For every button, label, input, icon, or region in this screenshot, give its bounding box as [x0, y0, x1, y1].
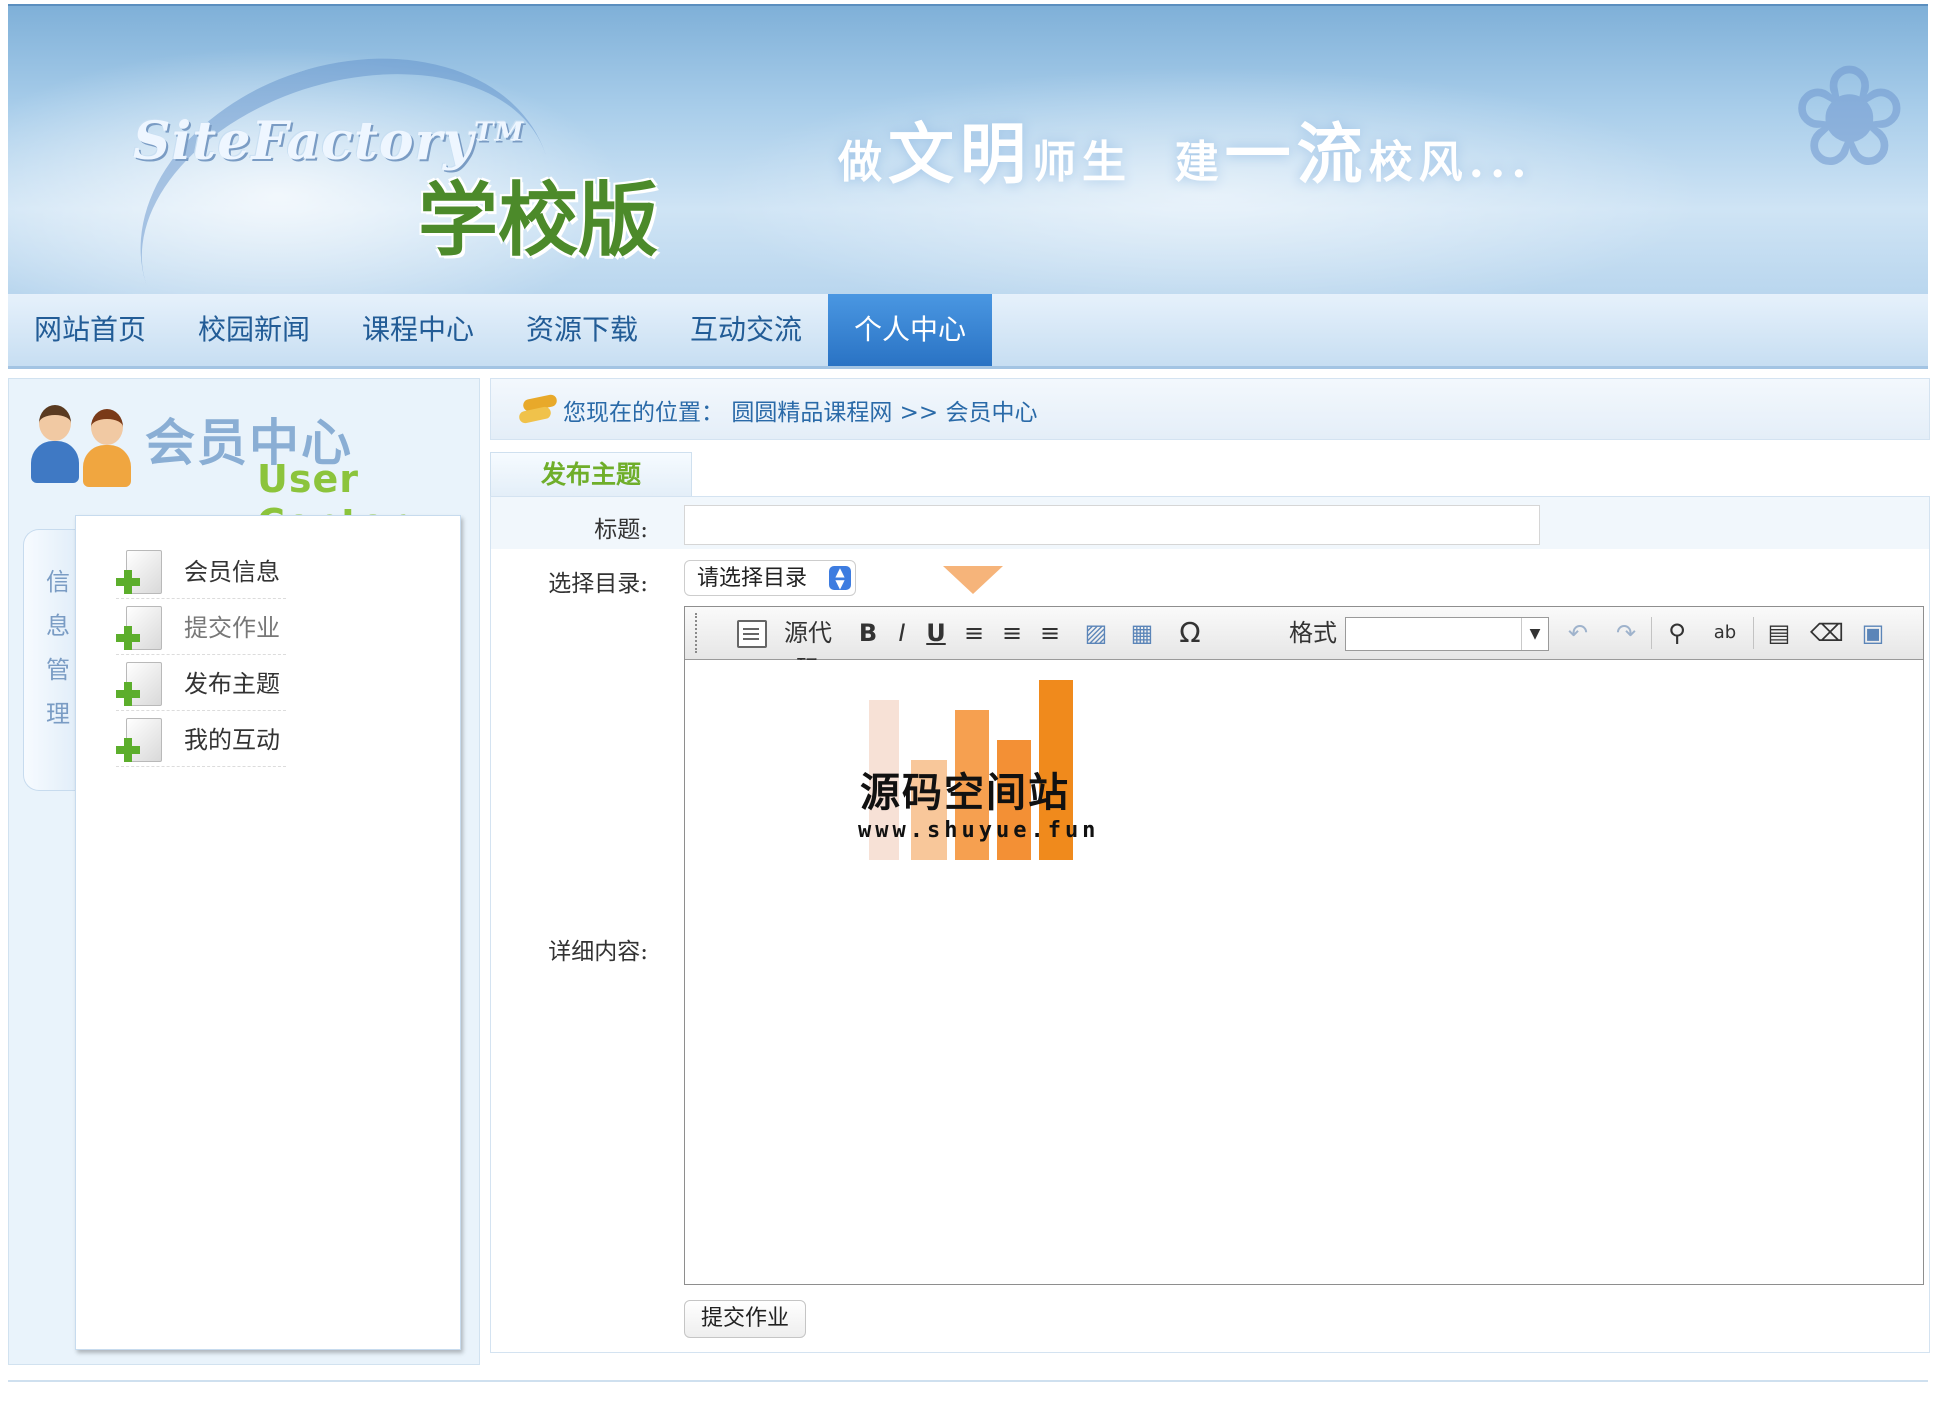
member-menu: 会员信息 提交作业 发布主题 我的互动: [75, 515, 461, 1350]
title-label: 标题:: [594, 517, 648, 543]
menu-item-member-info[interactable]: 会员信息: [116, 544, 286, 599]
fullscreen-button[interactable]: ▣: [1855, 615, 1891, 651]
nav-item-personal-center[interactable]: 个人中心: [828, 294, 992, 366]
user-center-header: 会员中心 User Center: [9, 379, 479, 545]
content-label: 详细内容:: [548, 939, 648, 965]
format-dropdown[interactable]: ▼: [1345, 617, 1549, 651]
nav-item-campus-news[interactable]: 校园新闻: [172, 294, 336, 366]
menu-item-label: 提交作业: [184, 614, 280, 642]
add-document-icon: [116, 550, 162, 596]
undo-button[interactable]: ↶: [1561, 615, 1595, 651]
chevron-down-icon: ▼: [1521, 618, 1548, 650]
breadcrumb-prefix: 您现在的位置：: [563, 400, 724, 426]
footer-divider: [8, 1380, 1928, 1382]
menu-item-submit-homework[interactable]: 提交作业: [116, 600, 286, 655]
banner-slogan: 做文明师生 建一流校风...: [838, 115, 1533, 193]
main-nav: 网站首页 校园新闻 课程中心 资源下载 互动交流 个人中心: [8, 294, 1928, 369]
nav-item-interaction[interactable]: 互动交流: [664, 294, 828, 366]
info-management-tab[interactable]: 信 息 管 理: [23, 529, 82, 791]
menu-item-label: 我的互动: [184, 726, 280, 754]
select-updown-icon: ▲ ▼: [829, 566, 851, 590]
replace-button[interactable]: ab: [1707, 615, 1743, 651]
toolbar-grip[interactable]: [695, 613, 703, 653]
submit-homework-button[interactable]: 提交作业: [684, 1300, 806, 1338]
special-char-button[interactable]: Ω: [1173, 615, 1207, 651]
add-document-icon: [116, 662, 162, 708]
directory-select[interactable]: 请选择目录 ▲ ▼: [684, 560, 856, 596]
eraser-button[interactable]: ⌫: [1809, 615, 1845, 651]
site-banner: SiteFactoryTM 学校版 做文明师生 建一流校风... ❀: [8, 4, 1928, 296]
add-document-icon: [116, 606, 162, 652]
source-code-button[interactable]: 源代码: [773, 615, 843, 683]
sidebar: 会员中心 User Center 信 息 管 理 会员信息 提交作业 发布主题 …: [8, 378, 480, 1365]
format-label: 格式: [1289, 619, 1337, 647]
breadcrumb-link-site[interactable]: 圆圆精品课程网: [731, 400, 892, 426]
breadcrumb: 您现在的位置： 圆圆精品课程网 >> 会员中心: [490, 378, 1930, 440]
nav-item-course-center[interactable]: 课程中心: [336, 294, 500, 366]
tab-publish-topic[interactable]: 发布主题: [490, 452, 692, 497]
table-button[interactable]: ▦: [1125, 615, 1159, 651]
flower-ornament-icon: ❀: [1790, 36, 1908, 199]
toolbar-separator: [1651, 617, 1652, 649]
breadcrumb-text: 您现在的位置： 圆圆精品课程网 >> 会员中心: [563, 393, 1037, 427]
select-all-button[interactable]: ▤: [1761, 615, 1797, 651]
menu-item-publish-topic[interactable]: 发布主题: [116, 656, 286, 711]
breadcrumb-link-current[interactable]: 会员中心: [945, 400, 1037, 426]
nav-item-downloads[interactable]: 资源下载: [500, 294, 664, 366]
redo-button[interactable]: ↷: [1609, 615, 1643, 651]
title-input[interactable]: [684, 505, 1540, 545]
users-icon: [31, 401, 141, 487]
location-arrow-icon: [518, 393, 559, 425]
breadcrumb-separator: >>: [899, 400, 939, 426]
add-document-icon: [116, 718, 162, 764]
menu-item-label: 发布主题: [184, 670, 280, 698]
toolbar-separator: [1753, 617, 1754, 649]
directory-select-value: 请选择目录: [697, 566, 808, 591]
watermark-title: 源码空间站: [860, 770, 1070, 816]
source-code-icon: [737, 620, 767, 648]
menu-item-my-interaction[interactable]: 我的互动: [116, 712, 286, 767]
find-button[interactable]: ⚲: [1659, 615, 1695, 651]
directory-label: 选择目录:: [548, 571, 648, 597]
nav-item-home[interactable]: 网站首页: [8, 294, 172, 366]
logo-edition: 学校版: [418, 173, 658, 267]
info-management-label: 信 息 管 理: [46, 568, 70, 728]
menu-item-label: 会员信息: [184, 558, 280, 586]
watermark-url: www.shuyue.fun: [858, 818, 1100, 843]
